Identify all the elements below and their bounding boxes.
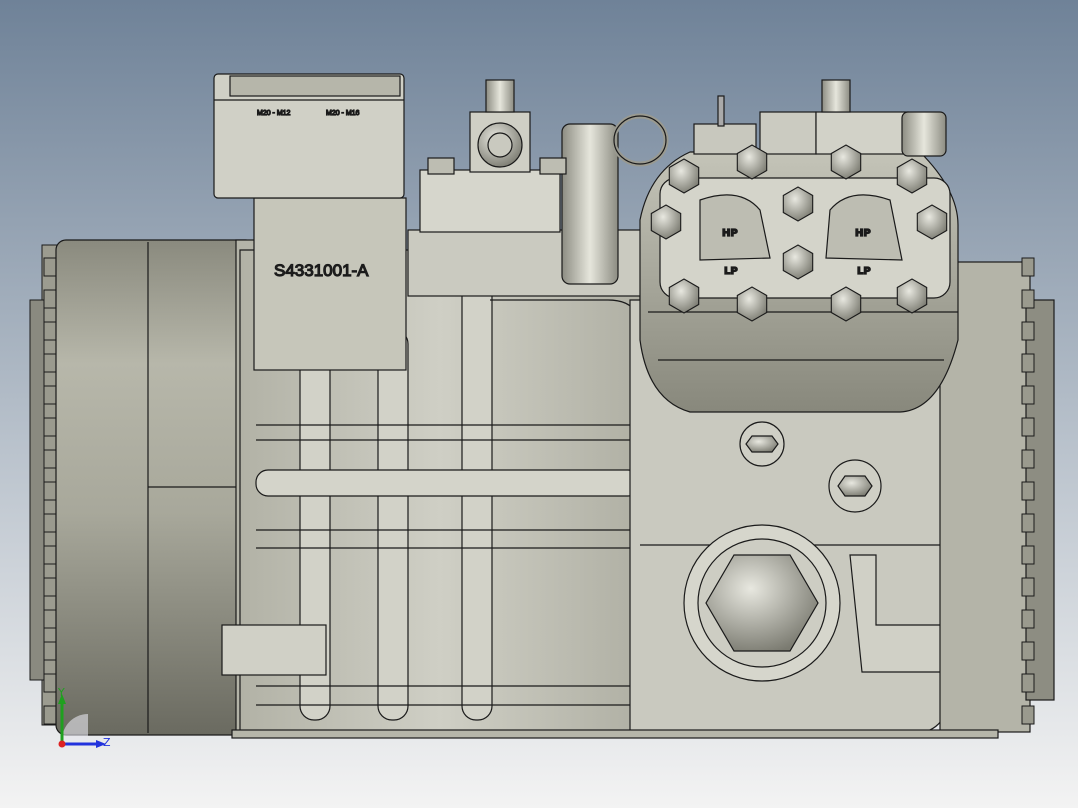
right-flange-bolt bbox=[1021, 577, 1035, 597]
right-flange-bolt bbox=[1021, 417, 1035, 437]
left-flange-bolt bbox=[43, 289, 57, 309]
right-flange-bolt bbox=[1021, 385, 1035, 405]
left-flange-bolt bbox=[43, 609, 57, 629]
left-flange-bolt bbox=[43, 385, 57, 405]
x-axis-dot bbox=[58, 740, 66, 748]
y-axis-label: Y bbox=[57, 686, 65, 699]
right-flange-bolt bbox=[1021, 481, 1035, 501]
right-flange-bolts bbox=[1021, 257, 1035, 725]
z-axis-label: Z bbox=[103, 736, 111, 749]
left-flange-bolt bbox=[43, 481, 57, 501]
right-flange-bolt bbox=[1021, 257, 1035, 277]
left-flange-bolt bbox=[43, 513, 57, 533]
left-flange-bolt bbox=[43, 545, 57, 565]
base-rail bbox=[231, 729, 999, 739]
right-flange-bolt bbox=[1021, 705, 1035, 725]
left-flange-bolts bbox=[43, 257, 57, 725]
right-flange-bolt bbox=[1021, 353, 1035, 373]
right-flange-bolt bbox=[1021, 609, 1035, 629]
right-flange-bolt bbox=[1021, 545, 1035, 565]
part-number-label: S4331001-A bbox=[274, 261, 369, 280]
left-flange-bolt bbox=[43, 577, 57, 597]
compressor-model-canvas[interactable]: M20 - M12 M20 - M16 S4331001-A HP LP HP … bbox=[0, 0, 1078, 808]
head-label-left-lp: LP bbox=[724, 266, 738, 277]
left-flange-bolt bbox=[43, 449, 57, 469]
left-flange-bolt bbox=[43, 641, 57, 661]
right-flange-bolt bbox=[1021, 673, 1035, 693]
left-flange-bolt bbox=[43, 257, 57, 277]
head-label-right-hp: HP bbox=[855, 228, 871, 239]
head-label-right-lp: LP bbox=[857, 266, 871, 277]
right-flange-bolt bbox=[1021, 513, 1035, 533]
right-flange-bolt bbox=[1021, 321, 1035, 341]
right-flange-bolt bbox=[1021, 641, 1035, 661]
right-flange-bolt bbox=[1021, 289, 1035, 309]
head-label-left-hp: HP bbox=[722, 228, 738, 239]
terminal-label-right: M20 - M16 bbox=[326, 110, 360, 117]
left-flange-bolt bbox=[43, 417, 57, 437]
cad-viewport[interactable]: M20 - M12 M20 - M16 S4331001-A HP LP HP … bbox=[0, 0, 1078, 808]
right-flange-bolt bbox=[1021, 449, 1035, 469]
left-flange-bolt bbox=[43, 353, 57, 373]
left-flange-bolt bbox=[43, 705, 57, 725]
left-flange-bolt bbox=[43, 673, 57, 693]
terminal-label-left: M20 - M12 bbox=[257, 110, 291, 117]
left-flange-bolt bbox=[43, 321, 57, 341]
